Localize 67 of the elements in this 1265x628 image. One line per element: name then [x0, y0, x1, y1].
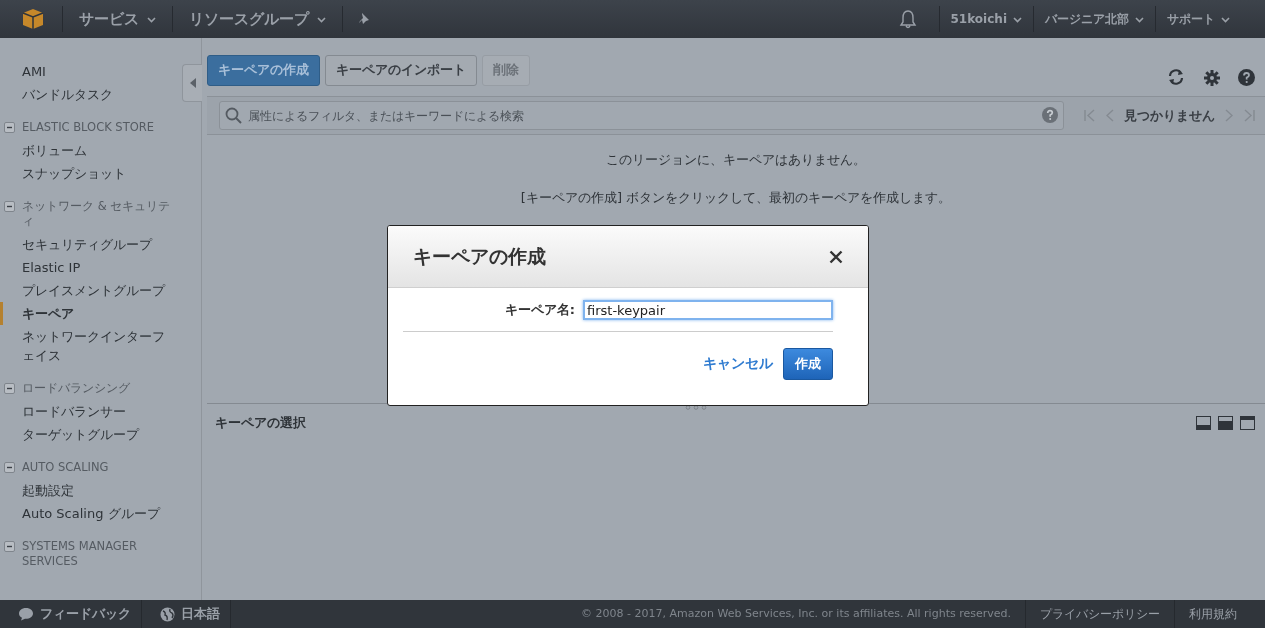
help-icon [1042, 107, 1058, 123]
bell-icon [898, 9, 917, 29]
resize-handle-icon [685, 405, 707, 410]
search-icon [225, 107, 242, 124]
nav-menu[interactable]: リソースグループ [175, 0, 340, 38]
dialog-title: キーペアの作成 [413, 243, 546, 269]
globe-icon [160, 606, 175, 622]
sidebar-item[interactable]: Auto Scaling グループ [0, 502, 166, 525]
close-button[interactable] [828, 248, 844, 265]
pagination-status: 見つかりません [1124, 106, 1215, 125]
nav-menu[interactable]: バージニア北部 [1036, 0, 1153, 38]
search-field[interactable]: 属性によるフィルタ、またはキーワードによる検索 [219, 101, 1064, 130]
section-heading: AUTO SCALING [22, 460, 109, 475]
footer-link[interactable]: 利用規約 [1175, 600, 1265, 628]
help-icon [1238, 69, 1255, 86]
caret-icon [147, 15, 156, 23]
layout-bottom-icon [1196, 416, 1211, 430]
last-page-icon [1243, 109, 1255, 122]
cube-logo-icon [22, 8, 44, 30]
sidebar-item[interactable]: ターゲットグループ [0, 423, 145, 446]
sidebar-item[interactable]: プレイスメントグループ [0, 279, 171, 302]
cancel-link[interactable]: キャンセル [703, 355, 773, 373]
first-page-icon [1084, 109, 1096, 122]
triangle-left-icon [189, 78, 196, 88]
section-heading: SYSTEMS MANAGER SERVICES [22, 539, 139, 569]
previous-page-icon [1106, 109, 1114, 122]
sidebar-item[interactable]: ロードバランサー [0, 400, 132, 423]
sidebar-item[interactable]: 起動設定 [0, 479, 80, 502]
caret-icon [1013, 15, 1022, 23]
empty-hint: [キーペアの作成] ボタンをクリックして、最初のキーペアを作成します。 [520, 189, 952, 207]
footer-link[interactable]: プライバシーポリシー [1026, 600, 1175, 628]
empty-message: このリージョンに、キーペアはありません。 [606, 151, 866, 169]
pin-icon [357, 12, 371, 26]
nav-menu[interactable]: 51koichi [941, 0, 1031, 38]
create-button[interactable]: 作成 [783, 348, 833, 380]
copyright-text: © 2008 - 2017, Amazon Web Services, Inc. or its affiliates. All rights reserved. [567, 600, 1026, 628]
caret-icon [1221, 15, 1230, 23]
section-heading: ネットワーク & セキュリティ [22, 199, 171, 229]
layout-top-icon [1240, 416, 1255, 430]
caret-icon [317, 15, 326, 23]
language-button[interactable]: 日本語 [142, 600, 231, 628]
caret-icon [1135, 15, 1144, 23]
close-icon [829, 249, 843, 264]
section-heading: ロードバランシング [22, 381, 130, 396]
sidebar-item[interactable]: Elastic IP [0, 256, 87, 279]
settings-icon [1204, 70, 1220, 86]
sidebar-item[interactable]: スナップショット [0, 162, 132, 185]
toolbar-button[interactable]: キーペアの作成 [207, 54, 320, 86]
nav-menu[interactable]: サービス [65, 0, 170, 38]
sidebar-toggle-button[interactable] [182, 64, 202, 102]
toolbar-button[interactable]: キーペアのインポート [325, 54, 477, 86]
field-label: キーペア名: [504, 301, 575, 319]
sidebar-item[interactable]: ボリューム [0, 139, 93, 162]
speech-bubble-icon [18, 607, 34, 621]
next-page-icon [1225, 109, 1233, 122]
section-heading: ELASTIC BLOCK STORE [22, 120, 154, 135]
layout-split-icon [1218, 416, 1233, 430]
sidebar-item[interactable]: バンドルタスク [0, 83, 119, 106]
sidebar-item[interactable]: セキュリティグループ [0, 233, 158, 256]
feedback-button[interactable]: フィードバック [0, 600, 142, 628]
name-input-field[interactable]: first-keypair [583, 300, 833, 320]
sidebar-item[interactable]: ネットワークインターフェイス [0, 325, 178, 367]
nav-menu[interactable]: サポート [1158, 0, 1239, 38]
sidebar-item[interactable]: キーペア [0, 302, 80, 325]
refresh-icon [1166, 68, 1186, 86]
panel-title: キーペアの選択 [215, 414, 306, 432]
sidebar-item[interactable]: AMI [0, 60, 52, 83]
